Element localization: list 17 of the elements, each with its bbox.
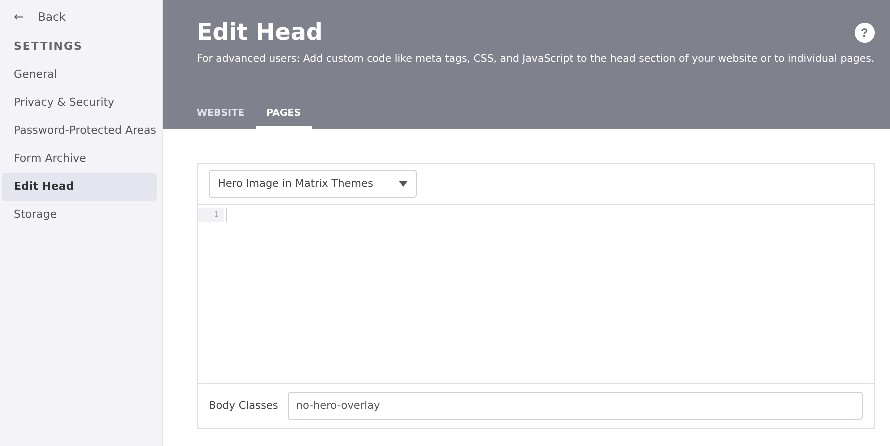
field-label: Body Classes — [209, 400, 278, 412]
sidebar-item[interactable]: Edit Head — [2, 173, 157, 201]
sidebar-item[interactable]: Password-Protected Areas — [2, 117, 157, 145]
line-number: 1 — [198, 208, 224, 222]
sidebar-item[interactable]: Form Archive — [2, 145, 157, 173]
body-classes-field[interactable]: no-hero-overlay — [288, 392, 863, 420]
sidebar-item[interactable]: Storage — [2, 201, 157, 229]
sidebar-item[interactable]: General — [2, 61, 157, 89]
back-link[interactable]: ← Back — [2, 4, 157, 30]
tab[interactable]: PAGES — [256, 108, 312, 129]
help-button[interactable]: ? — [854, 23, 875, 43]
caret-icon — [399, 181, 408, 187]
page-dropdown[interactable]: Hero Image in Matrix Themes — [209, 170, 417, 198]
page-title: Edit Head — [197, 20, 323, 46]
page-description: For advanced users: Add custom code like meta tags, CSS, and JavaScript to the head section of your website or to individual pages. — [197, 54, 875, 65]
sidebar-item[interactable]: Privacy & Security — [2, 89, 157, 117]
sidebar-heading: SETTINGS — [13, 39, 84, 55]
